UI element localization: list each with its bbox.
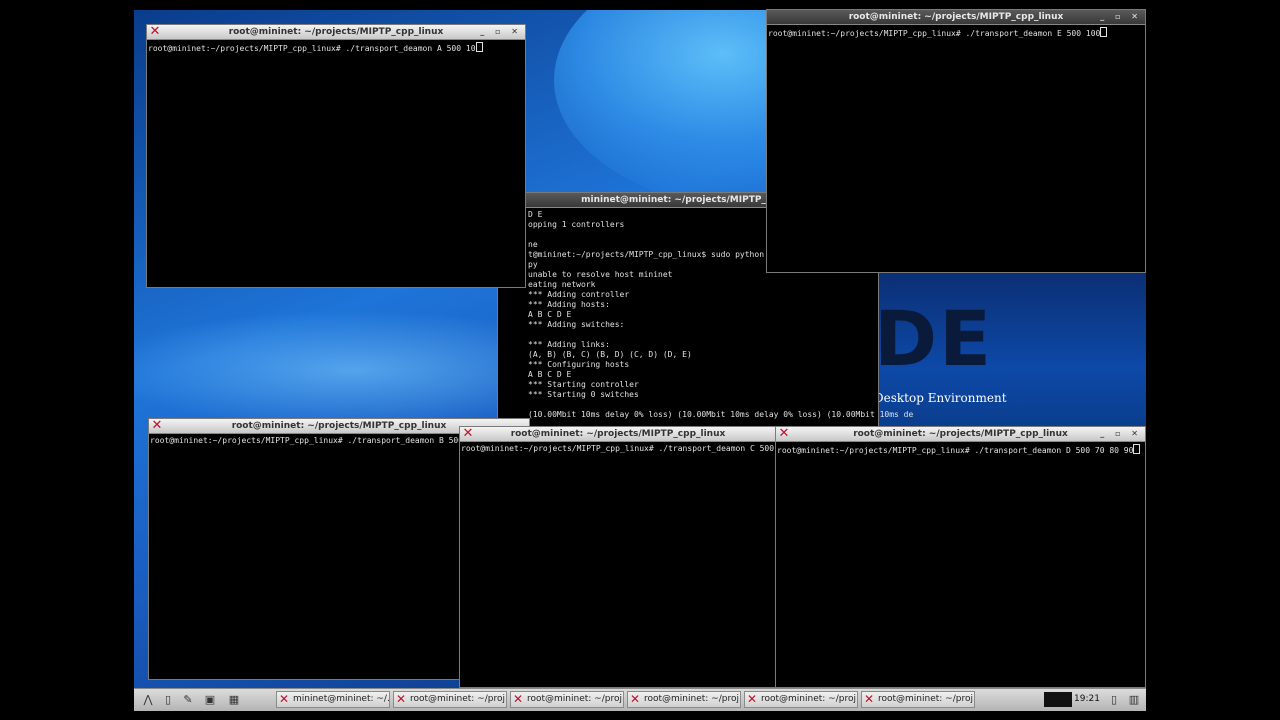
terminal-output-e[interactable]: root@mininet:~/projects/MIPTP_cpp_linux#…	[767, 25, 1145, 41]
xterm-icon: ✕	[778, 426, 790, 441]
titlebar-a[interactable]: ✕ root@mininet: ~/projects/MIPTP_cpp_lin…	[147, 25, 525, 40]
titlebar-c[interactable]: ✕ root@mininet: ~/projects/MIPTP_cpp_lin…	[460, 427, 776, 442]
terminal-line: root@mininet:~/projects/MIPTP_cpp_linux#…	[148, 44, 476, 53]
xterm-icon: ✕	[149, 24, 161, 39]
terminal-window-a[interactable]: ✕ root@mininet: ~/projects/MIPTP_cpp_lin…	[146, 24, 526, 288]
terminal-line: *** Starting controller	[528, 380, 639, 389]
window-title-d: root@mininet: ~/projects/MIPTP_cpp_linux	[853, 429, 1068, 439]
window-title-e: root@mininet: ~/projects/MIPTP_cpp_linux	[848, 12, 1064, 22]
window-controls-d[interactable]: _ ▫ ✕	[1100, 427, 1142, 441]
cursor	[1100, 27, 1108, 37]
terminal-line: (A, B) (B, C) (B, D) (C, D) (D, E)	[528, 350, 692, 359]
taskbar: ⋀ ▯ ✎ ▣ ▦ ✕ mininet@mininet: ~/... ✕ root@…	[134, 688, 1146, 711]
xterm-icon: ✕	[864, 692, 875, 706]
window-controls-e[interactable]: _ ▫ ✕	[1100, 10, 1142, 24]
task-button-root[interactable]: ✕ root@mininet: ~/proj...	[510, 691, 624, 708]
terminal-line: *** Adding switches:	[528, 320, 625, 329]
terminal-window-c[interactable]: ✕ root@mininet: ~/projects/MIPTP_cpp_lin…	[459, 426, 784, 688]
task-button-root[interactable]: ✕ root@mininet: ~/proj...	[744, 691, 858, 708]
terminal-window-e[interactable]: root@mininet: ~/projects/MIPTP_cpp_linux…	[766, 9, 1146, 273]
system-tray[interactable]	[1044, 692, 1072, 707]
task-button-root[interactable]: ✕ root@mininet: ~/proj...	[627, 691, 741, 708]
terminal-line: *** Adding links:	[528, 340, 610, 349]
terminal-output-d[interactable]: root@mininet:~/projects/MIPTP_cpp_linux#…	[776, 442, 1145, 458]
window-title-b: root@mininet: ~/projects/MIPTP_cpp_linux	[231, 421, 447, 431]
clipboard-icon[interactable]: ▯	[1106, 692, 1122, 708]
terminal-line: *** Configuring hosts	[528, 360, 630, 369]
clock[interactable]: 19:21	[1074, 692, 1100, 707]
kde-logo: DE	[874, 294, 994, 383]
file-icon[interactable]: ▯	[160, 692, 176, 708]
xterm-icon: ✕	[747, 692, 758, 706]
window-title-mininet: mininet@mininet: ~/projects/MIPTP_cpp_li	[581, 195, 795, 205]
xterm-icon: ✕	[462, 426, 474, 441]
window-title-a: root@mininet: ~/projects/MIPTP_cpp_linux	[228, 27, 444, 37]
task-button-root[interactable]: ✕ root@mininet: ~/proj...	[393, 691, 507, 708]
text-editor-icon[interactable]: ✎	[180, 692, 196, 708]
terminal-line: root@mininet:~/projects/MIPTP_cpp_linux#…	[150, 436, 464, 445]
terminal-line: root@mininet:~/projects/MIPTP_cpp_linux#…	[777, 446, 1134, 455]
terminal-line: *** Adding hosts:	[528, 300, 610, 309]
titlebar-d[interactable]: ✕ root@mininet: ~/projects/MIPTP_cpp_lin…	[776, 427, 1145, 442]
terminal-line: A B C D E	[528, 370, 572, 379]
kde-logo-area: DE Desktop Environment	[874, 273, 1146, 433]
kde-subtitle: Desktop Environment	[874, 391, 1007, 405]
terminal-line: (10.00Mbit 10ms delay 0% loss) (10.00Mbi…	[528, 410, 914, 419]
xterm-icon: ✕	[396, 692, 407, 706]
xterm-icon: ✕	[513, 692, 524, 706]
terminal-line: *** Adding controller	[528, 290, 630, 299]
xterm-icon: ✕	[279, 692, 290, 706]
cursor	[1133, 444, 1141, 454]
terminal-line: root@mininet:~/projects/MIPTP_cpp_linux#…	[768, 29, 1101, 38]
terminal-output-c[interactable]: root@mininet:~/projects/MIPTP_cpp_linux#…	[460, 442, 784, 456]
xterm-icon: ✕	[630, 692, 641, 706]
show-desktop-icon[interactable]: ▣	[202, 692, 218, 708]
terminal-window-d[interactable]: ✕ root@mininet: ~/projects/MIPTP_cpp_lin…	[775, 426, 1146, 688]
start-menu-icon[interactable]: ⋀	[140, 692, 156, 708]
logout-icon[interactable]: ▥	[1126, 692, 1142, 708]
terminal-line: *** Starting 0 switches	[528, 390, 639, 399]
terminal-output-a[interactable]: root@mininet:~/projects/MIPTP_cpp_linux#…	[147, 40, 525, 56]
cursor	[475, 42, 483, 52]
terminal-line: eating network	[528, 280, 596, 289]
pager-icon[interactable]: ▦	[226, 692, 242, 708]
titlebar-e[interactable]: root@mininet: ~/projects/MIPTP_cpp_linux…	[767, 10, 1145, 25]
window-title-c: root@mininet: ~/projects/MIPTP_cpp_linux	[510, 429, 726, 439]
terminal-line: A B C D E	[528, 310, 572, 319]
xterm-icon: ✕	[151, 418, 163, 433]
task-button-root[interactable]: ✕ root@mininet: ~/proj...	[861, 691, 975, 708]
window-controls-a[interactable]: _ ▫ ✕	[480, 25, 522, 39]
task-button-mininet[interactable]: ✕ mininet@mininet: ~/...	[276, 691, 390, 708]
terminal-line: root@mininet:~/projects/MIPTP_cpp_linux#…	[461, 444, 784, 453]
